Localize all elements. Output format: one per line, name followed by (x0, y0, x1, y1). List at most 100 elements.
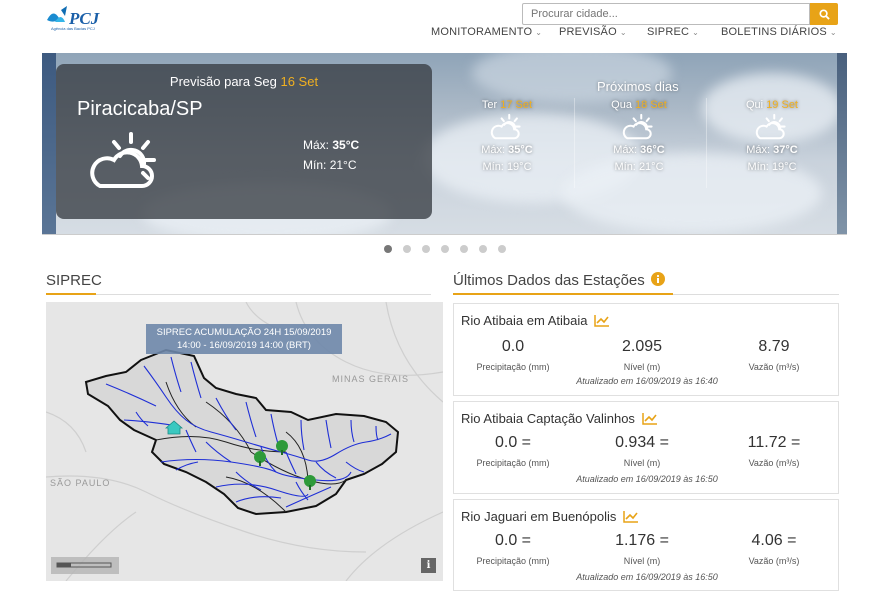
siprec-map[interactable]: SIPREC ACUMULAÇÃO 24H 15/09/2019 14:00 -… (46, 302, 443, 581)
map-info-button[interactable]: i (421, 558, 436, 573)
today-min: 21°C (329, 158, 357, 172)
stations-title: Últimos Dados das Estações (453, 272, 665, 289)
carousel-dot[interactable] (441, 245, 449, 253)
precip-label: Precipitação (mm) (476, 362, 550, 372)
level-value: 2.095 (621, 338, 663, 355)
flow-value: 4.06 = (751, 532, 797, 549)
day-date: 17 Set (500, 99, 533, 111)
metric-flow: 8.79 Vazão (m³/s) (709, 338, 839, 372)
updated-timestamp: Atualizado em 16/09/2019 às 16:50 (576, 474, 718, 484)
updated-timestamp: Atualizado em 16/09/2019 às 16:40 (576, 376, 718, 386)
next-days-title: Próximos dias (597, 79, 679, 94)
region-label-mg: MINAS GERAIS (332, 374, 410, 384)
carousel-dot[interactable] (479, 245, 487, 253)
nav-monitoramento[interactable]: MONITORAMENTO ⌄ (431, 26, 542, 38)
carousel-dot[interactable] (384, 245, 392, 253)
station-name[interactable]: Rio Atibaia Captação Valinhos (461, 411, 658, 426)
logo-caption: Agência das Bacias PCJ (51, 26, 95, 31)
metric-level: 2.095 Nível (m) (577, 338, 707, 372)
today-heading-prefix: Previsão para Seg (169, 74, 277, 89)
forecast-banner: Previsão para Seg 16 Set Piracicaba/SP M… (42, 53, 847, 235)
min-label: Mín: (482, 161, 504, 173)
flow-label: Vazão (m³/s) (748, 362, 800, 372)
siprec-title: SIPREC (46, 272, 102, 289)
metric-level: 0.934 = Nível (m) (577, 434, 707, 468)
day-date: 18 Set (635, 99, 667, 111)
day-name: Ter (481, 99, 498, 111)
station-name[interactable]: Rio Atibaia em Atibaia (461, 313, 610, 328)
flow-value: 11.72 = (747, 434, 801, 451)
nav-label: PREVISÃO (559, 26, 617, 38)
day-name: Qua (611, 99, 632, 111)
max-label: Máx: (746, 144, 771, 156)
city-search-input[interactable] (522, 3, 810, 25)
flow-label: Vazão (m³/s) (748, 458, 800, 468)
day-name: Qui (746, 99, 764, 111)
chevron-down-icon: ⌄ (535, 28, 543, 37)
today-forecast-card: Previsão para Seg 16 Set Piracicaba/SP M… (56, 64, 432, 219)
nav-label: BOLETINS DIÁRIOS (721, 26, 827, 38)
line-chart-icon[interactable] (594, 314, 610, 327)
precip-label: Precipitação (mm) (476, 556, 550, 566)
metric-level: 1.176 = Nível (m) (577, 532, 707, 566)
station-name-text: Rio Atibaia Captação Valinhos (461, 411, 635, 426)
line-chart-icon[interactable] (641, 412, 658, 425)
day-date: 19 Set (766, 99, 798, 111)
search-button[interactable] (810, 3, 838, 25)
day-max: 36°C (640, 144, 665, 156)
nav-boletins[interactable]: BOLETINS DIÁRIOS ⌄ (721, 26, 837, 38)
partly-cloudy-icon (90, 132, 156, 188)
level-label: Nível (m) (623, 556, 661, 566)
partly-cloudy-icon (755, 113, 786, 140)
partly-cloudy-icon (490, 113, 521, 140)
station-card[interactable]: Rio Atibaia em Atibaia 0.0 Precipitação (… (453, 303, 839, 396)
nav-siprec[interactable]: SIPREC ⌄ (647, 26, 699, 38)
today-heading: Previsão para Seg 16 Set (56, 74, 432, 89)
station-name[interactable]: Rio Jaguari em Buenópolis (461, 509, 639, 524)
info-icon[interactable] (650, 272, 665, 286)
day-max: 37°C (773, 144, 798, 156)
max-label: Máx: (613, 144, 638, 156)
min-label: Mín: (303, 158, 327, 172)
chevron-down-icon: ⌄ (829, 28, 837, 37)
chevron-down-icon: ⌄ (619, 28, 627, 37)
map-overlay-label: SIPREC ACUMULAÇÃO 24H 15/09/2019 14:00 -… (146, 324, 342, 354)
level-label: Nível (m) (623, 458, 661, 468)
precip-value: 0.0 = (494, 434, 532, 451)
next-day-card: Ter 17 Set Máx: 35°C Mín: 19°C (447, 99, 567, 175)
precip-value: 0.0 = (494, 532, 532, 549)
site-header: PCJ Agência das Bacias PCJ MONITORAMENTO… (0, 0, 889, 50)
station-card[interactable]: Rio Jaguari em Buenópolis 0.0 = Precipita… (453, 499, 839, 591)
metric-precip: 0.0 = Precipitação (mm) (448, 532, 578, 566)
precip-label: Precipitação (mm) (476, 458, 550, 468)
max-label: Máx: (481, 144, 506, 156)
map-scale-bar (51, 557, 119, 574)
carousel-dot[interactable] (498, 245, 506, 253)
day-min: 21°C (638, 161, 664, 173)
carousel-dot[interactable] (403, 245, 411, 253)
nav-label: SIPREC (647, 26, 690, 38)
metric-precip: 0.0 Precipitação (mm) (448, 338, 578, 372)
line-chart-icon[interactable] (623, 510, 639, 523)
min-label: Mín: (614, 161, 636, 173)
max-label: Máx: (303, 138, 330, 152)
stations-title-text: Últimos Dados das Estações (453, 272, 645, 289)
partly-cloudy-icon (622, 113, 653, 140)
station-name-text: Rio Jaguari em Buenópolis (461, 509, 617, 524)
chevron-down-icon: ⌄ (692, 28, 700, 37)
carousel-dot[interactable] (422, 245, 430, 253)
map-label-line1: SIPREC ACUMULAÇÃO 24H 15/09/2019 (156, 327, 332, 338)
map-label-line2: 14:00 - 16/09/2019 14:00 (BRT) (177, 340, 311, 351)
precip-value: 0.0 (501, 338, 525, 355)
next-day-card: Qui 19 Set Máx: 37°C Mín: 19°C (712, 99, 832, 175)
today-temps: Máx: 35°C Mín: 21°C (303, 135, 359, 175)
level-label: Nível (m) (623, 362, 661, 372)
search-icon (818, 8, 830, 20)
nav-previsao[interactable]: PREVISÃO ⌄ (559, 26, 627, 38)
metric-flow: 4.06 = Vazão (m³/s) (709, 532, 839, 566)
station-card[interactable]: Rio Atibaia Captação Valinhos 0.0 = Preci… (453, 401, 839, 494)
day-min: 19°C (506, 161, 532, 173)
carousel-dot[interactable] (460, 245, 468, 253)
flow-label: Vazão (m³/s) (748, 556, 800, 566)
today-max: 35°C (332, 138, 360, 152)
